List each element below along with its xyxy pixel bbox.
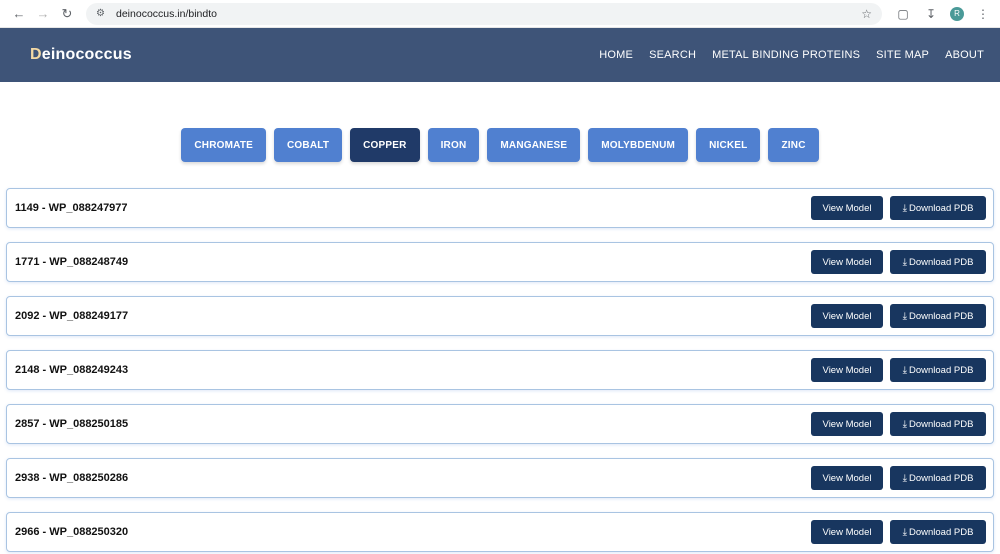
- download-icon: ⤓: [902, 418, 907, 430]
- address-bar[interactable]: ⚙ deinococcus.in/bindto ☆: [86, 2, 882, 25]
- download-pdb-button[interactable]: ⤓ Download PDB: [890, 358, 986, 382]
- protein-title: 1771 - WP_088248749: [15, 256, 129, 268]
- metal-button-cobalt[interactable]: COBALT: [274, 128, 343, 162]
- download-pdb-button[interactable]: ⤓ Download PDB: [890, 304, 986, 328]
- nav-metal-binding-proteins[interactable]: METAL BINDING PROTEINS: [712, 49, 860, 61]
- download-icon: ⤓: [902, 310, 907, 322]
- protein-title: 2857 - WP_088250185: [15, 418, 129, 430]
- bookmark-star-icon[interactable]: ☆: [861, 7, 872, 21]
- url-text[interactable]: deinococcus.in/bindto: [116, 8, 861, 20]
- download-icon: ⤓: [902, 364, 907, 376]
- protein-row: 1149 - WP_088247977 View Model ⤓ Download…: [6, 188, 994, 228]
- browser-toolbar: ← → ↻ ⚙ deinococcus.in/bindto ☆ ▢ ↧ R ⋮: [0, 0, 1000, 28]
- view-model-button[interactable]: View Model: [811, 358, 883, 382]
- nav-site-map[interactable]: SITE MAP: [876, 49, 929, 61]
- profile-avatar[interactable]: R: [950, 6, 964, 21]
- view-model-button[interactable]: View Model: [811, 250, 883, 274]
- view-model-button[interactable]: View Model: [811, 412, 883, 436]
- protein-row: 2966 - WP_088250320 View Model ⤓ Download…: [6, 512, 994, 552]
- protein-title: 2092 - WP_088249177: [15, 310, 129, 322]
- download-icon: ⤓: [902, 202, 907, 214]
- view-model-button[interactable]: View Model: [811, 196, 883, 220]
- extensions-icon[interactable]: ▢: [894, 5, 912, 23]
- back-arrow-icon[interactable]: ←: [8, 3, 30, 25]
- download-pdb-button[interactable]: ⤓ Download PDB: [890, 520, 986, 544]
- download-pdb-button[interactable]: ⤓ Download PDB: [890, 412, 986, 436]
- download-icon: ⤓: [902, 526, 907, 538]
- protein-row: 2857 - WP_088250185 View Model ⤓ Download…: [6, 404, 994, 444]
- more-menu-icon[interactable]: ⋮: [974, 5, 992, 23]
- metal-button-nickel[interactable]: NICKEL: [696, 128, 761, 162]
- protein-row: 2148 - WP_088249243 View Model ⤓ Download…: [6, 350, 994, 390]
- view-model-button[interactable]: View Model: [811, 304, 883, 328]
- protein-list: 1149 - WP_088247977 View Model ⤓ Download…: [6, 188, 994, 552]
- metal-button-chromate[interactable]: CHROMATE: [181, 128, 267, 162]
- reload-icon[interactable]: ↻: [56, 3, 78, 25]
- protein-row: 2092 - WP_088249177 View Model ⤓ Download…: [6, 296, 994, 336]
- nav-about[interactable]: ABOUT: [945, 49, 984, 61]
- metal-button-manganese[interactable]: MANGANESE: [487, 128, 581, 162]
- site-logo[interactable]: Deinococcus: [30, 46, 132, 64]
- metal-button-zinc[interactable]: ZINC: [768, 128, 819, 162]
- protein-row: 1771 - WP_088248749 View Model ⤓ Download…: [6, 242, 994, 282]
- metal-button-iron[interactable]: IRON: [427, 128, 480, 162]
- site-header: Deinococcus HOME SEARCH METAL BINDING PR…: [0, 28, 1000, 82]
- download-icon: ⤓: [902, 256, 907, 268]
- protein-title: 2938 - WP_088250286: [15, 472, 129, 484]
- view-model-button[interactable]: View Model: [811, 520, 883, 544]
- forward-arrow-icon[interactable]: →: [32, 3, 54, 25]
- protein-title: 2966 - WP_088250320: [15, 526, 129, 538]
- main-nav: HOME SEARCH METAL BINDING PROTEINS SITE …: [599, 49, 984, 61]
- download-icon: ⤓: [902, 472, 907, 484]
- protein-title: 1149 - WP_088247977: [15, 202, 128, 214]
- metal-filter-bar: CHROMATE COBALT COPPER IRON MANGANESE MO…: [0, 128, 1000, 162]
- download-pdb-button[interactable]: ⤓ Download PDB: [890, 466, 986, 490]
- nav-home[interactable]: HOME: [599, 49, 633, 61]
- download-pdb-button[interactable]: ⤓ Download PDB: [890, 196, 986, 220]
- metal-button-molybdenum[interactable]: MOLYBDENUM: [588, 128, 689, 162]
- view-model-button[interactable]: View Model: [811, 466, 883, 490]
- site-info-icon[interactable]: ⚙: [96, 8, 110, 19]
- metal-button-copper[interactable]: COPPER: [350, 128, 420, 162]
- protein-title: 2148 - WP_088249243: [15, 364, 129, 376]
- download-icon[interactable]: ↧: [922, 5, 940, 23]
- download-pdb-button[interactable]: ⤓ Download PDB: [890, 250, 986, 274]
- nav-search[interactable]: SEARCH: [649, 49, 696, 61]
- protein-row: 2938 - WP_088250286 View Model ⤓ Download…: [6, 458, 994, 498]
